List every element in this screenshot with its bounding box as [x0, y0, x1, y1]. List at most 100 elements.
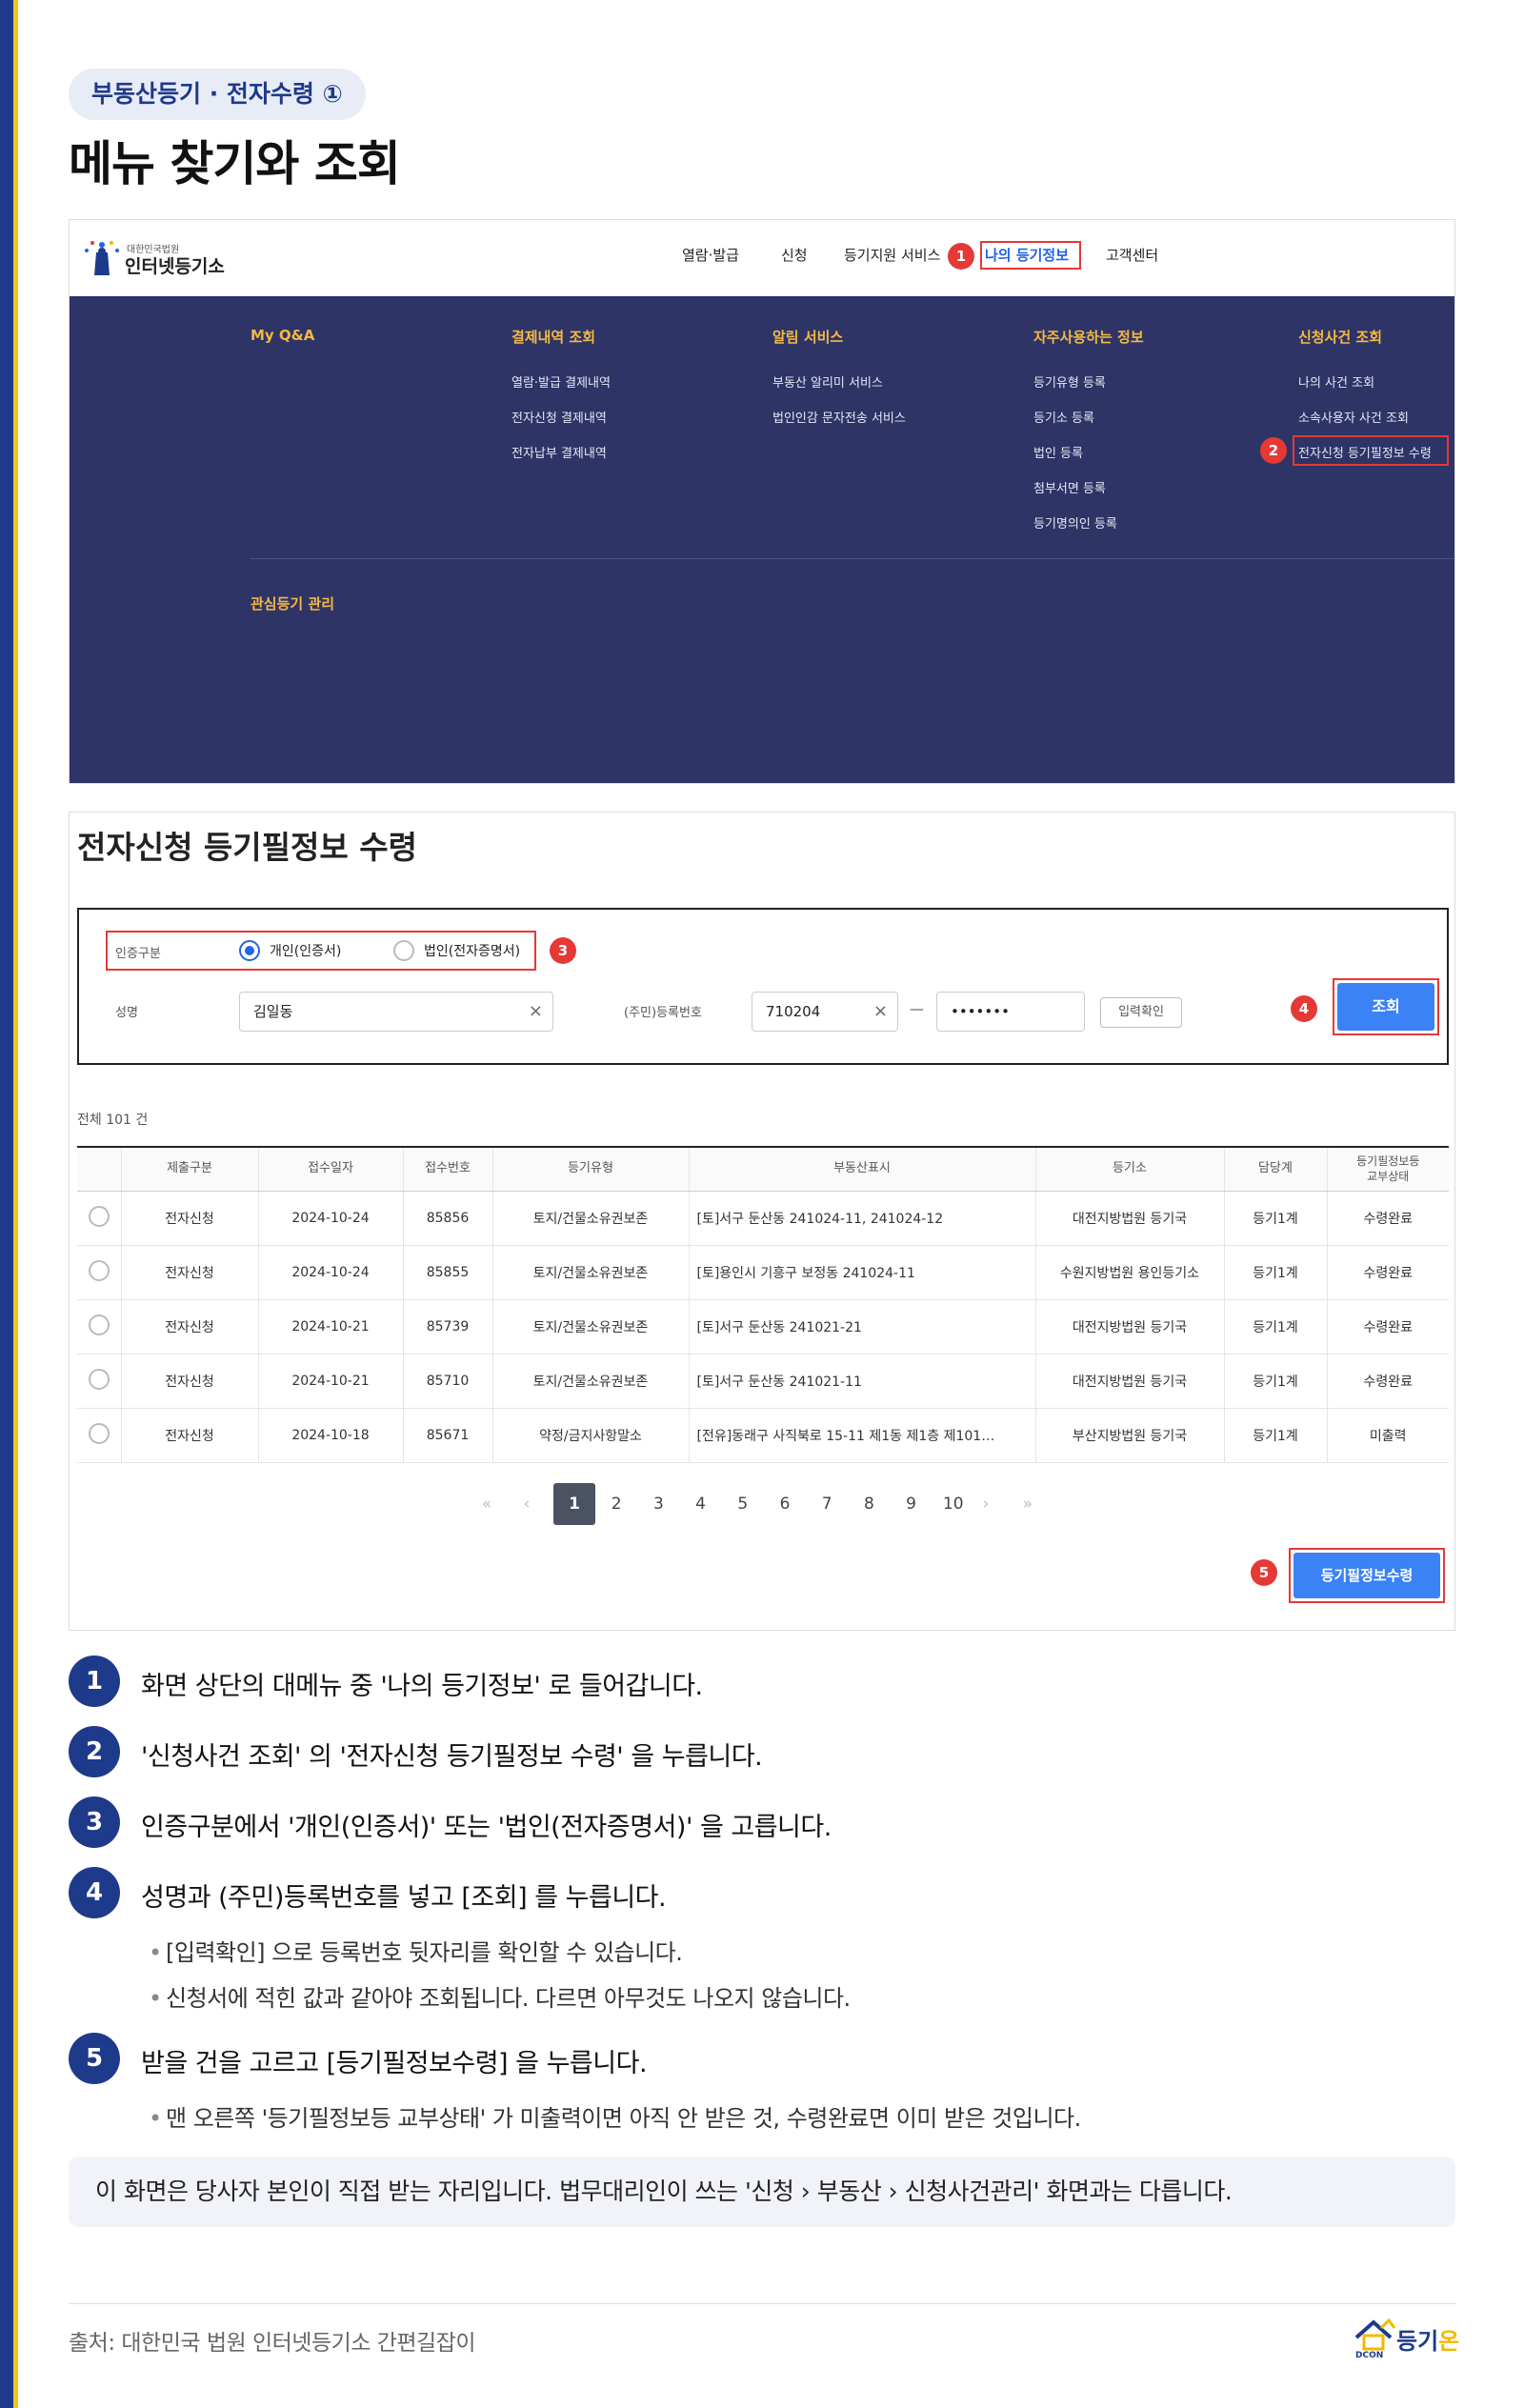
table-cell: 토지/건물소유권보존: [491, 1245, 689, 1300]
row-select-cell[interactable]: [77, 1354, 121, 1409]
menu-item[interactable]: 부동산 알리미 서비스: [772, 372, 883, 391]
marker-2: 2: [1260, 437, 1287, 464]
receive-button[interactable]: 등기필정보수령: [1293, 1553, 1440, 1598]
menu-item[interactable]: 나의 사건 조회: [1298, 372, 1374, 391]
row-select-cell[interactable]: [77, 1299, 121, 1354]
nav-item-customer-center[interactable]: 고객센터: [1106, 245, 1158, 265]
name-value: 김일동: [253, 1003, 293, 1020]
auth-corporate-label[interactable]: 법인(전자증명서): [424, 941, 520, 960]
table-row[interactable]: 전자신청 2024-10-24 85856 토지/건물소유권보존 [토]서구 둔산동 2…: [77, 1191, 1449, 1246]
page-number-button[interactable]: 5: [722, 1483, 764, 1525]
page-number-button[interactable]: 4: [680, 1483, 722, 1525]
table-row[interactable]: 전자신청 2024-10-24 85855 토지/건물소유권보존 [토]용인시 기흥구 …: [77, 1245, 1449, 1300]
clear-id-icon[interactable]: ×: [873, 993, 888, 1031]
menu-item[interactable]: 등기소 등록: [1033, 408, 1094, 426]
last-page-button[interactable]: »: [1007, 1483, 1049, 1525]
step-number: 4: [69, 1867, 120, 1918]
info-note: 이 화면은 당사자 본인이 직접 받는 자리입니다. 법무대리인이 쓰는 '신청…: [69, 2157, 1455, 2227]
first-page-button[interactable]: «: [466, 1483, 508, 1525]
id-front-value: 710204: [766, 1003, 821, 1020]
table-cell: 등기1계: [1223, 1408, 1327, 1463]
menu-item[interactable]: 등기유형 등록: [1033, 372, 1106, 391]
auth-corporate-radio[interactable]: [393, 940, 414, 961]
nav-item-view-issue[interactable]: 열람·발급: [682, 245, 739, 265]
row-select-radio[interactable]: [88, 1259, 110, 1281]
id-dash: —: [910, 1000, 924, 1017]
menu-item[interactable]: 소속사용자 사건 조회: [1298, 408, 1409, 426]
pagination: « ‹ 1 2 3 4 5 6 7 8 9 10 › »: [70, 1483, 1454, 1525]
table-cell: 토지/건물소유권보존: [491, 1191, 689, 1246]
brand-logo-sub: DCON: [1355, 2351, 1384, 2360]
category-pill: 부동산등기 · 전자수령 ①: [69, 69, 366, 120]
source-credit: 출처: 대한민국 법원 인터넷등기소 간편길잡이: [69, 2331, 476, 2356]
menu-head-interest[interactable]: 관심등기 관리: [251, 593, 334, 613]
prev-page-button[interactable]: ‹: [506, 1483, 548, 1525]
screenshot-menu: 대한민국법원 인터넷등기소 열람·발급 신청 등기지원 서비스 나의 등기정보 …: [69, 219, 1455, 784]
name-input[interactable]: 김일동 ×: [239, 992, 553, 1032]
menu-head-case-lookup[interactable]: 신청사건 조회: [1298, 327, 1382, 347]
table-cell: 전자신청: [120, 1299, 258, 1354]
page-number-button[interactable]: 7: [806, 1483, 848, 1525]
id-back-input[interactable]: •••••••: [936, 992, 1085, 1032]
step-bullet: [입력확인] 으로 등록번호 뒷자리를 확인할 수 있습니다.: [141, 1934, 683, 1967]
page-number-button[interactable]: 3: [637, 1483, 679, 1525]
clear-name-icon[interactable]: ×: [529, 993, 543, 1031]
col-header: 등기소: [1034, 1146, 1224, 1192]
table-cell: 2024-10-24: [257, 1191, 403, 1246]
table-cell: 85710: [402, 1354, 492, 1409]
col-header: 접수일자: [257, 1146, 403, 1192]
search-button[interactable]: 조회: [1337, 983, 1434, 1031]
row-select-cell[interactable]: [77, 1408, 121, 1463]
step-number: 1: [69, 1656, 120, 1707]
page-number-button[interactable]: 8: [848, 1483, 890, 1525]
page-number-button[interactable]: 1: [553, 1483, 595, 1525]
row-select-radio[interactable]: [88, 1314, 110, 1335]
table-cell: 85671: [402, 1408, 492, 1463]
search-form: 인증구분 개인(인증서) 법인(전자증명서) 3 성명 김일동 × (주민)등록…: [77, 908, 1449, 1065]
row-select-radio[interactable]: [88, 1205, 110, 1227]
step-text: 받을 건을 고르고 [등기필정보수령] 을 누릅니다.: [141, 2049, 648, 2078]
row-select-cell[interactable]: [77, 1191, 121, 1246]
table-cell: 대전지방법원 등기국: [1034, 1354, 1224, 1409]
nav-item-apply[interactable]: 신청: [781, 245, 808, 265]
page-title: 메뉴 찾기와 조회: [69, 136, 401, 191]
auth-personal-radio[interactable]: [239, 940, 260, 961]
menu-head-alerts[interactable]: 알림 서비스: [772, 327, 843, 347]
table-cell: 미출력: [1326, 1408, 1449, 1463]
menu-item[interactable]: 열람·발급 결제내역: [511, 372, 611, 391]
menu-item[interactable]: 첨부서면 등록: [1033, 478, 1106, 496]
step-number: 2: [69, 1726, 120, 1777]
page-number-button[interactable]: 6: [764, 1483, 806, 1525]
id-label: (주민)등록번호: [624, 1006, 702, 1020]
table-cell: 수령완료: [1326, 1245, 1449, 1300]
menu-item[interactable]: 법인 등록: [1033, 443, 1083, 461]
menu-item[interactable]: 전자신청 결제내역: [511, 408, 607, 426]
nav-item-support[interactable]: 등기지원 서비스: [844, 245, 940, 265]
table-row[interactable]: 전자신청 2024-10-21 85739 토지/건물소유권보존 [토]서구 둔산동 2…: [77, 1299, 1449, 1354]
table-cell: 등기1계: [1223, 1299, 1327, 1354]
marker-4: 4: [1291, 995, 1317, 1022]
row-select-radio[interactable]: [88, 1422, 110, 1444]
page-number-button[interactable]: 9: [891, 1483, 932, 1525]
row-select-radio[interactable]: [88, 1368, 110, 1390]
next-page-button[interactable]: ›: [965, 1483, 1007, 1525]
id-front-input[interactable]: 710204 ×: [752, 992, 898, 1032]
table-cell: 토지/건물소유권보존: [491, 1354, 689, 1409]
highlight-receive-info: [1293, 435, 1449, 466]
menu-head-qa[interactable]: My Q&A: [251, 327, 314, 344]
left-accent-bar: [0, 0, 13, 2408]
menu-head-frequent[interactable]: 자주사용하는 정보: [1033, 327, 1144, 347]
menu-item[interactable]: 등기명의인 등록: [1033, 513, 1117, 532]
step-text: 인증구분에서 '개인(인증서)' 또는 '법인(전자증명서)' 을 고릅니다.: [141, 1813, 832, 1842]
menu-item[interactable]: 전자납부 결제내역: [511, 443, 607, 461]
row-select-cell[interactable]: [77, 1245, 121, 1300]
table-row[interactable]: 전자신청 2024-10-21 85710 토지/건물소유권보존 [토]서구 둔산동 2…: [77, 1354, 1449, 1409]
auth-personal-label[interactable]: 개인(인증서): [270, 941, 341, 960]
col-header: 담당계: [1223, 1146, 1327, 1192]
check-input-button[interactable]: 입력확인: [1100, 997, 1182, 1028]
menu-item[interactable]: 법인인감 문자전송 서비스: [772, 408, 906, 426]
page-number-button[interactable]: 2: [595, 1483, 637, 1525]
menu-head-payment[interactable]: 결제내역 조회: [511, 327, 595, 347]
table-row[interactable]: 전자신청 2024-10-18 85671 약정/금지사항말소 [전유]동래구 사직북로…: [77, 1408, 1449, 1463]
table-cell: 2024-10-24: [257, 1245, 403, 1300]
